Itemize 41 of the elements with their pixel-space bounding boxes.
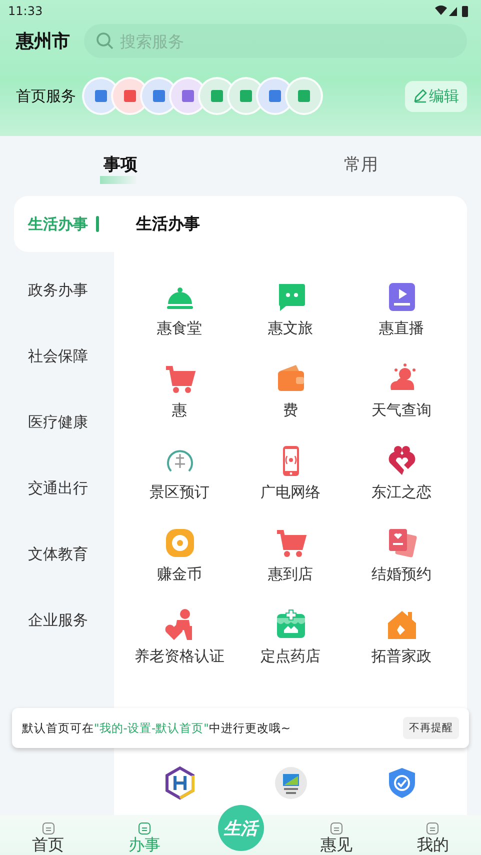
service-item[interactable]: 景区预订 — [124, 444, 235, 526]
sidebar-item[interactable]: 政务办事 — [14, 262, 114, 318]
nav-icon — [138, 822, 151, 835]
service-item[interactable]: 定点药店 — [235, 608, 346, 690]
sidebar-item[interactable]: 社会保障 — [14, 328, 114, 384]
service-item[interactable]: 天气查询 — [346, 362, 457, 444]
hexagon-logo-icon — [162, 766, 196, 800]
service-item[interactable]: 费 — [235, 362, 346, 444]
service-item[interactable]: 赚金币 — [124, 526, 235, 608]
service-item[interactable]: 惠直播 — [346, 280, 457, 362]
service-item[interactable]: 惠 — [124, 362, 235, 444]
nav-item[interactable]: 首页 — [0, 822, 96, 855]
city-name[interactable]: 惠州市 — [16, 29, 70, 53]
sidebar-item[interactable]: 交通出行 — [14, 460, 114, 516]
chart-logo-icon — [274, 766, 308, 800]
nav-icon — [42, 822, 55, 835]
sidebar-item[interactable]: 企业服务 — [14, 592, 114, 648]
pencil-icon — [413, 89, 427, 103]
service-item[interactable]: 广电网络 — [235, 444, 346, 526]
home-services-label: 首页服务 — [16, 86, 76, 106]
nav-icon — [330, 822, 344, 835]
dismiss-button[interactable]: 不再提醒 — [403, 717, 459, 739]
service-item[interactable]: 东江之恋 — [346, 444, 457, 526]
status-icons — [435, 5, 469, 17]
service-item[interactable]: 惠文旅 — [235, 280, 346, 362]
service-item[interactable]: 惠到店 — [235, 526, 346, 608]
search-icon — [96, 32, 114, 50]
sidebar-item[interactable]: 文体教育 — [14, 526, 114, 582]
nav-icon — [426, 822, 440, 835]
nav-item[interactable]: 惠见 — [288, 822, 385, 855]
tab[interactable]: 事项 — [0, 136, 240, 192]
tab[interactable]: 常用 — [240, 136, 481, 192]
panel-title: 生活办事 — [134, 212, 201, 234]
nav-item[interactable]: 我的 — [384, 822, 481, 855]
service-item[interactable]: 惠食堂 — [124, 280, 235, 362]
service-item[interactable]: 拓普家政 — [346, 608, 457, 690]
tip-text: 默认首页可在"我的-设置-默认首页"中进行更改哦~ — [22, 720, 291, 736]
service-item[interactable]: 养老资格认证 — [124, 608, 235, 690]
sidebar-item[interactable]: 医疗健康 — [14, 394, 114, 450]
status-time: 11:33 — [8, 4, 43, 18]
service-item[interactable]: 结婚预约 — [346, 526, 457, 608]
